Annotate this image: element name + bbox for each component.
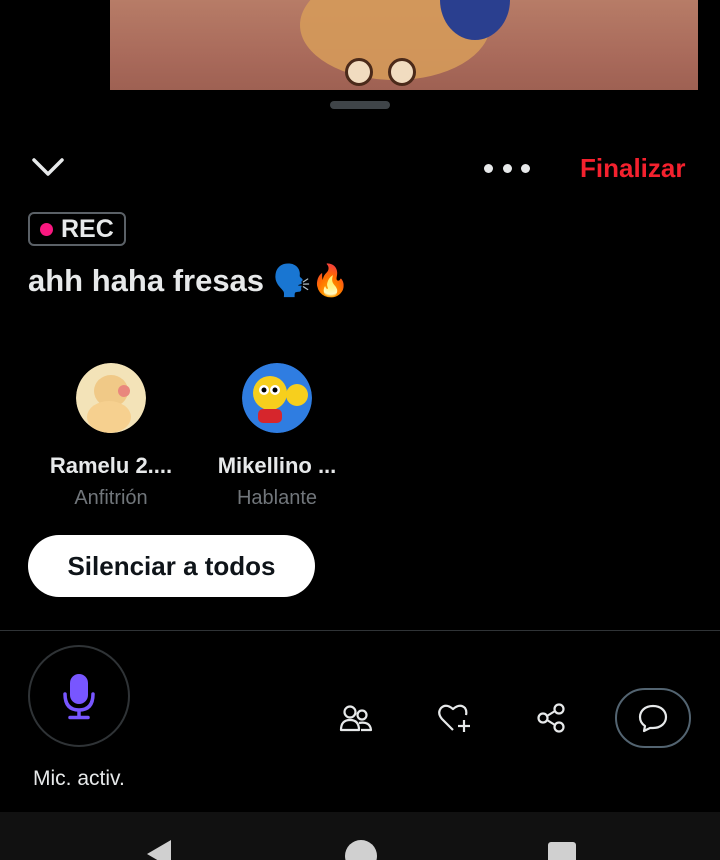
sheet-grabber[interactable] (330, 101, 390, 109)
end-space-button[interactable]: Finalizar (580, 153, 685, 184)
participant-host[interactable]: Ramelu 2.... Anfitrión (31, 363, 191, 510)
mute-all-button[interactable]: Silenciar a todos (28, 535, 315, 597)
rec-label: REC (61, 214, 114, 243)
avatar[interactable] (242, 363, 312, 433)
microphone-toggle[interactable] (28, 645, 130, 747)
system-navigation-bar (0, 812, 720, 860)
space-title: ahh haha fresas 🗣️🔥 (28, 263, 350, 298)
microphone-icon (63, 674, 95, 720)
chevron-down-icon[interactable] (30, 152, 66, 184)
participant-name: Ramelu 2.... (49, 453, 173, 478)
recents-icon[interactable] (548, 842, 576, 860)
home-icon[interactable] (345, 840, 377, 860)
participant-speaker[interactable]: Mikellino ... Hablante (197, 363, 357, 510)
mic-status-label: Mic. activ. (33, 767, 125, 790)
chat-bubble-icon[interactable] (615, 688, 691, 748)
participant-name: Mikellino ... (217, 453, 337, 478)
heart-plus-icon[interactable] (436, 700, 472, 736)
participant-role: Hablante (236, 487, 318, 509)
rec-badge: REC (28, 212, 126, 246)
more-horizontal-icon[interactable] (484, 158, 530, 178)
participant-role: Anfitrión (74, 487, 148, 509)
media-preview (110, 0, 698, 100)
avatar[interactable] (76, 363, 146, 433)
share-icon[interactable] (533, 700, 569, 736)
divider (0, 630, 720, 631)
recording-dot-icon (40, 222, 53, 236)
people-icon[interactable] (338, 700, 374, 736)
back-icon[interactable] (147, 840, 171, 860)
